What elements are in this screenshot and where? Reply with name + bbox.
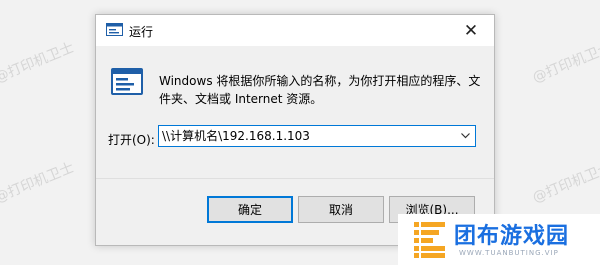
window-title: 运行 [129, 25, 154, 39]
cancel-button[interactable]: 取消 [298, 196, 384, 223]
brand-name: 团布游戏园 [454, 224, 570, 249]
run-app-icon [111, 68, 143, 96]
brand-url: WWW.TUANBUTING.VIP [459, 249, 559, 257]
open-label: 打开(O): [108, 133, 155, 147]
watermark-text: @打印机卫士 [530, 39, 600, 87]
close-button[interactable]: ✕ [448, 15, 494, 46]
watermark-text: @打印机卫士 [0, 159, 77, 207]
title-bar[interactable]: 运行 ✕ [96, 15, 494, 46]
open-input[interactable] [159, 126, 454, 146]
brand-watermark: 团布游戏园 WWW.TUANBUTING.VIP [398, 214, 600, 265]
close-icon: ✕ [463, 20, 479, 41]
cancel-button-label: 取消 [328, 203, 353, 217]
chevron-down-icon[interactable] [457, 126, 473, 146]
run-dialog: 运行 ✕ Windows 将根据你所输入的名称，为你打开相应的程序、文件夹、文档… [95, 14, 495, 246]
ok-button[interactable]: 确定 [207, 196, 293, 223]
run-app-icon [106, 23, 123, 37]
ok-button-label: 确定 [237, 203, 262, 217]
watermark-text: @打印机卫士 [530, 159, 600, 207]
watermark-text: @打印机卫士 [0, 39, 77, 87]
open-combobox[interactable] [158, 125, 476, 147]
dialog-description: Windows 将根据你所输入的名称，为你打开相应的程序、文件夹、文档或 Int… [159, 74, 481, 106]
brand-logo-icon [413, 222, 447, 258]
